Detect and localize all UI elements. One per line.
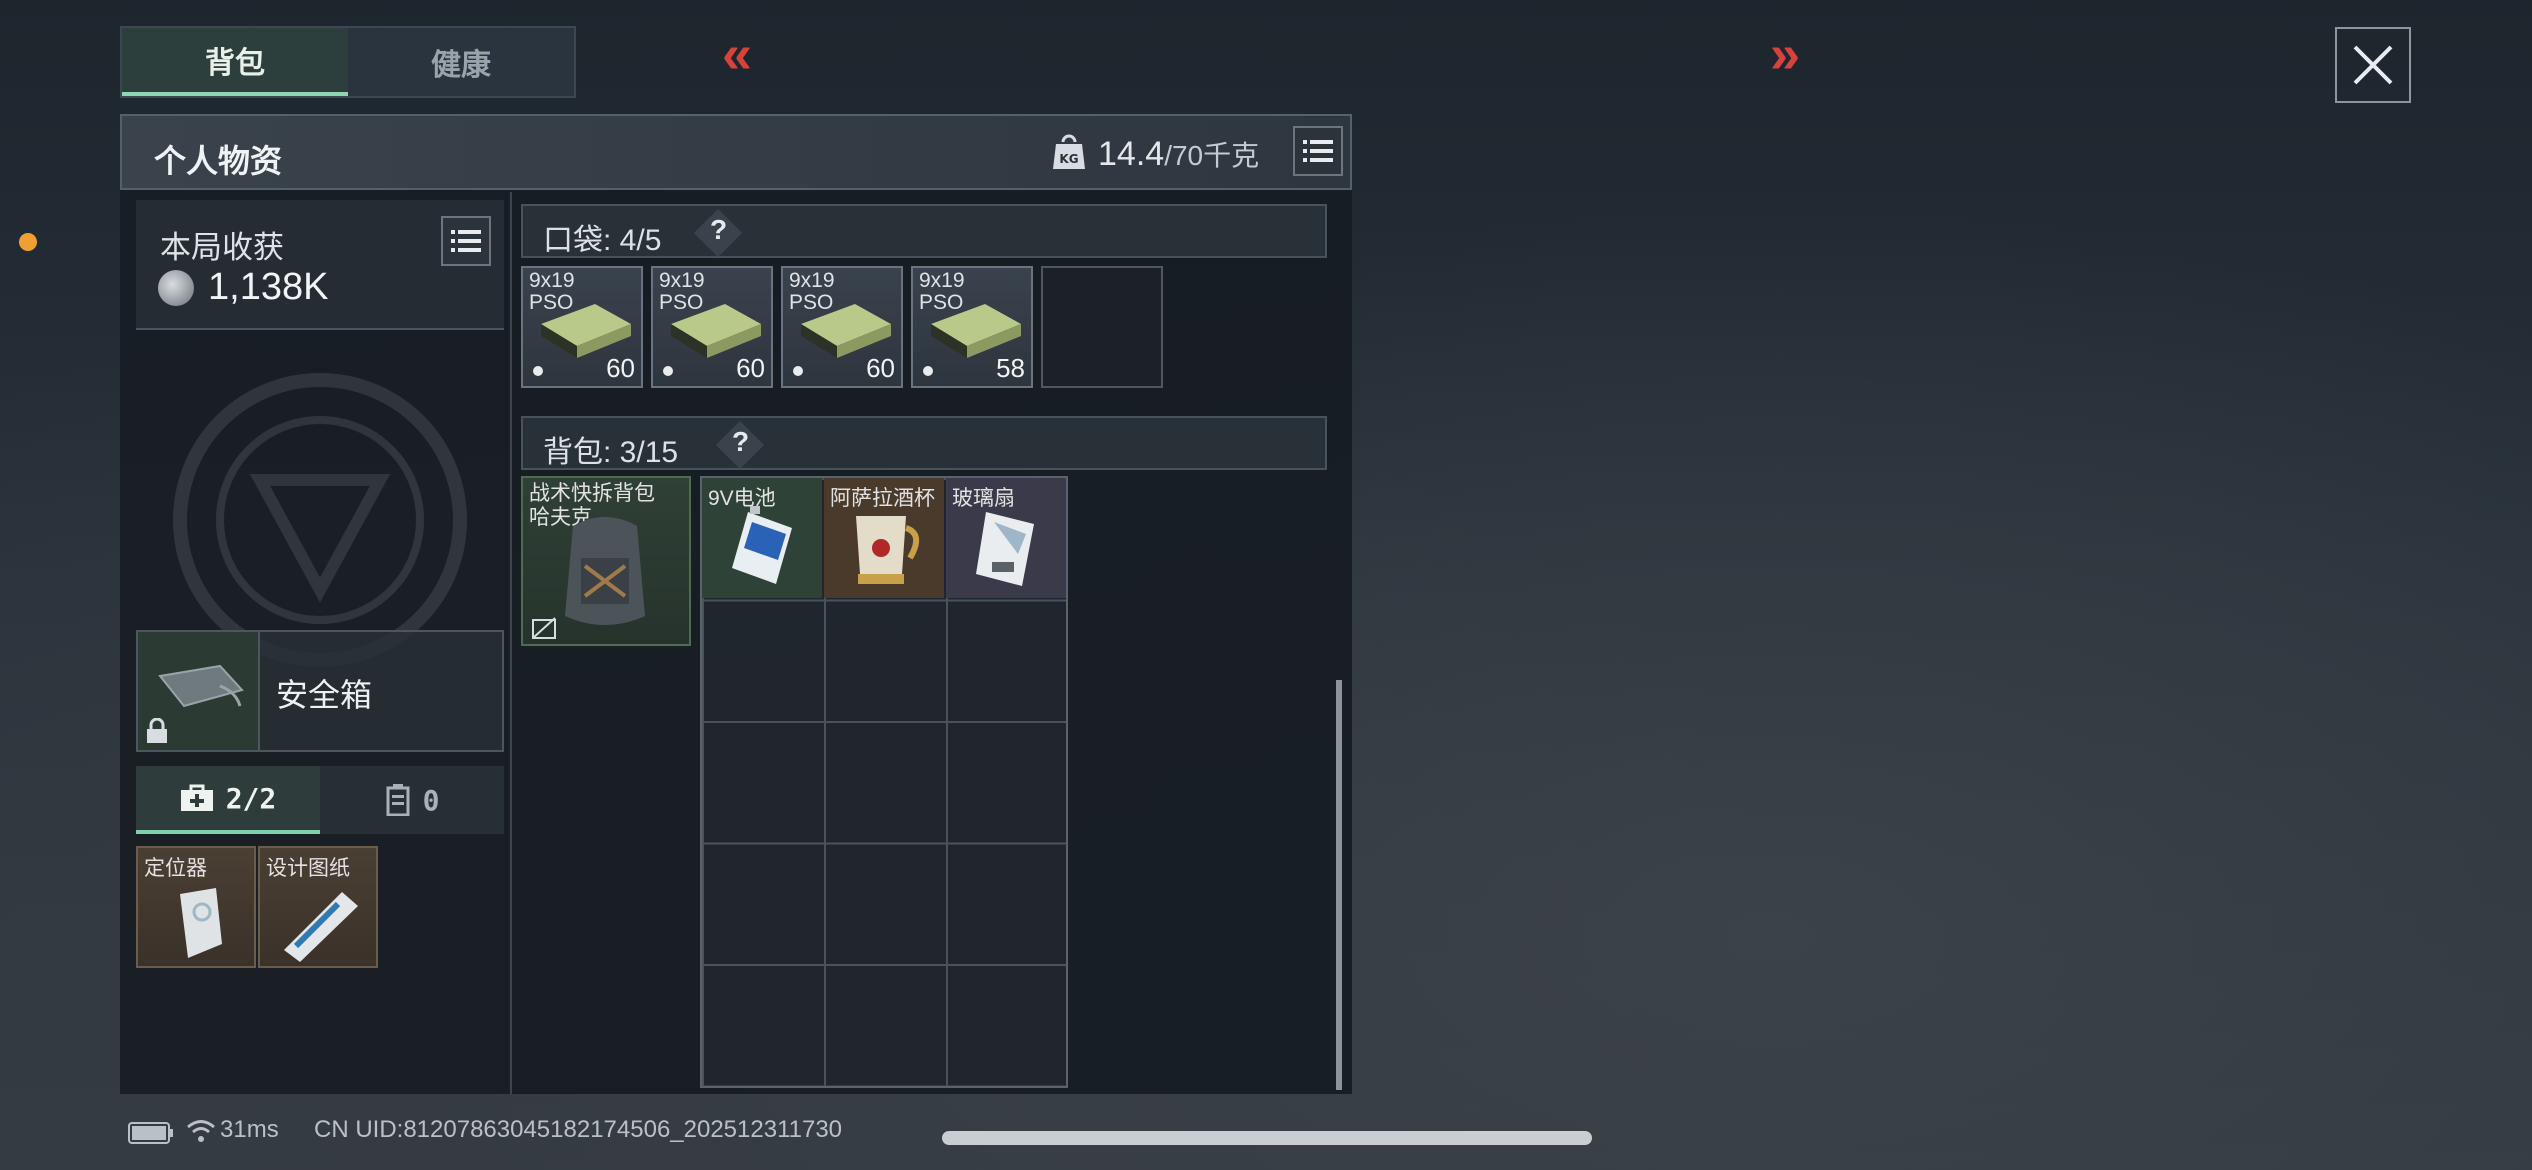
- backpack-icon: [565, 517, 645, 625]
- ammo-box-icon: [801, 304, 891, 358]
- item-count: 60: [866, 353, 895, 383]
- glass-fan-icon: [976, 512, 1034, 586]
- backpack-item-battery[interactable]: 9V电池: [702, 478, 822, 598]
- backpack-header: 背包: 3/15 ?: [521, 416, 1327, 470]
- secure-item-blueprint[interactable]: 设计图纸: [258, 846, 378, 968]
- safebox-item: [138, 632, 260, 750]
- backpack-label: 背包: 3/15: [543, 436, 679, 469]
- weight-readout: 14.4/70千克: [1098, 135, 1260, 173]
- tab-secure-other[interactable]: 0: [320, 766, 504, 834]
- close-icon: [2353, 45, 2393, 85]
- match-loot-card: 本局收获 1,138K: [136, 200, 504, 330]
- goblet-icon: [856, 516, 919, 584]
- pocket-label: 口袋: 4/5: [543, 224, 662, 257]
- lock-icon: [147, 718, 167, 743]
- backpack-item-goblet[interactable]: 阿萨拉酒杯: [824, 478, 944, 598]
- secure-item-locator[interactable]: 定位器: [136, 846, 256, 968]
- weight-icon: KG: [1053, 134, 1085, 169]
- next-arrow-button[interactable]: »: [1770, 24, 1800, 84]
- ammo-box-icon: [671, 304, 761, 358]
- loot-list-button[interactable]: [441, 216, 491, 266]
- loot-value: 1,138K: [208, 266, 329, 308]
- panel-header: 个人物资 KG 14.4/70千克: [120, 114, 1352, 190]
- safebox-label: 安全箱: [276, 677, 373, 713]
- item-name: 设计图纸: [266, 857, 350, 880]
- no-drop-icon: [532, 617, 556, 639]
- secure-other-count: 0: [422, 783, 440, 817]
- panel-title: 个人物资: [154, 143, 283, 179]
- close-button[interactable]: [2335, 27, 2411, 103]
- item-count: 60: [736, 353, 765, 383]
- svg-text:KG: KG: [1059, 152, 1078, 166]
- pocket-header: 口袋: 4/5 ?: [521, 204, 1327, 258]
- item-name: 定位器: [144, 857, 207, 880]
- ammo-dot-icon: [533, 366, 543, 376]
- safebox-icon: [158, 664, 244, 708]
- wifi-icon: [187, 1120, 215, 1142]
- ammo-dot-icon: [793, 366, 803, 376]
- tab-health[interactable]: 健康: [348, 28, 574, 96]
- scrollbar[interactable]: [1336, 680, 1342, 1090]
- pocket-item-ammo[interactable]: 9x19 PSO 60: [521, 266, 643, 388]
- pocket-item-ammo[interactable]: 9x19 PSO 60: [781, 266, 903, 388]
- ammo-box-icon: [931, 304, 1021, 358]
- help-icon: ?: [732, 426, 750, 457]
- help-icon: ?: [710, 214, 728, 245]
- list-icon: [1303, 140, 1333, 162]
- ammo-box-icon: [541, 304, 631, 358]
- canister-icon: [386, 784, 410, 816]
- medkit-icon: [180, 784, 213, 811]
- column-divider: [510, 192, 512, 1094]
- safebox-slot[interactable]: 安全箱: [136, 630, 504, 752]
- uid-text: CN UID:8120786304518217​4506_20251231173…: [314, 1116, 843, 1143]
- locator-icon: [180, 888, 222, 958]
- sort-list-button[interactable]: [1293, 126, 1343, 176]
- top-tabs: 背包 健康: [120, 26, 576, 98]
- secure-tabs: 2/2 0: [136, 766, 504, 834]
- notification-dot: [19, 233, 37, 251]
- pocket-item-ammo[interactable]: 9x19 PSO 58: [911, 266, 1033, 388]
- home-indicator[interactable]: [942, 1131, 1592, 1145]
- item-count: 58: [996, 353, 1025, 383]
- list-icon: [451, 230, 481, 252]
- tab-backpack[interactable]: 背包: [122, 28, 348, 96]
- tab-secure-items[interactable]: 2/2: [136, 766, 320, 834]
- loot-label: 本局收获: [160, 230, 284, 265]
- secure-items-count: 2/2: [225, 781, 277, 815]
- ping-text: 31ms: [220, 1116, 279, 1143]
- pocket-empty-slot[interactable]: [1041, 266, 1163, 388]
- item-count: 60: [606, 353, 635, 383]
- blueprint-icon: [284, 892, 358, 962]
- equipped-backpack-slot[interactable]: 战术快拆背包 哈夫克: [521, 476, 691, 646]
- ammo-dot-icon: [663, 366, 673, 376]
- battery-icon: [732, 506, 792, 584]
- prev-arrow-button[interactable]: «: [722, 24, 752, 84]
- pocket-item-ammo[interactable]: 9x19 PSO 60: [651, 266, 773, 388]
- backpack-item-glass-fan[interactable]: 玻璃扇: [946, 478, 1066, 598]
- faction-emblem-icon: [173, 373, 467, 667]
- ammo-dot-icon: [923, 366, 933, 376]
- battery-status-icon: [128, 1122, 173, 1144]
- coin-icon: [158, 270, 194, 306]
